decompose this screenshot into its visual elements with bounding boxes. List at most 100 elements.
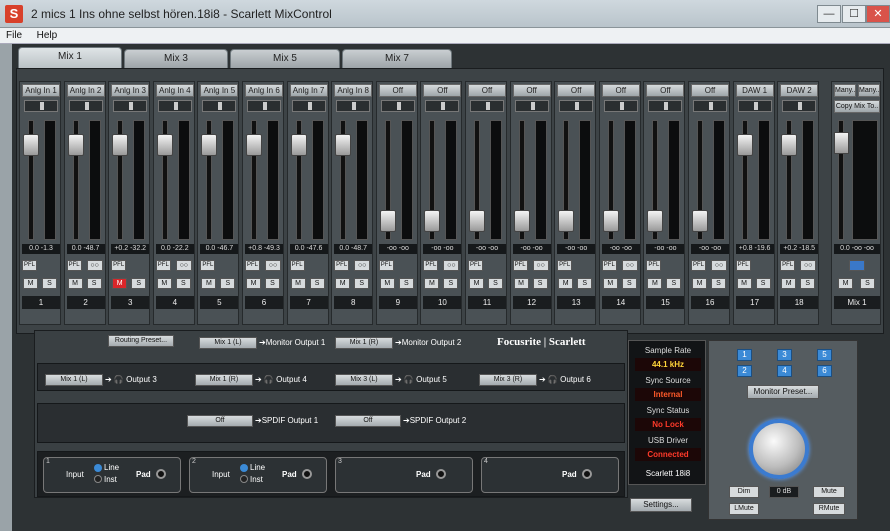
- stereo-link-button[interactable]: ○○: [711, 260, 727, 271]
- pan-slider[interactable]: [648, 100, 683, 112]
- channel-source-select[interactable]: Anlg In 7: [289, 84, 328, 97]
- fader-knob[interactable]: [335, 133, 352, 156]
- fader-knob[interactable]: [112, 133, 129, 156]
- channel-source-select[interactable]: Anlg In 4: [155, 84, 194, 97]
- mute-button[interactable]: M: [424, 278, 440, 289]
- channel-source-select[interactable]: Off: [557, 84, 596, 97]
- solo-button[interactable]: S: [354, 278, 370, 289]
- mute-button[interactable]: M: [201, 278, 217, 289]
- mute-button[interactable]: M: [156, 278, 172, 289]
- mute-button[interactable]: M: [112, 278, 128, 289]
- master-link-button[interactable]: [849, 260, 865, 271]
- routing-preset-button[interactable]: Routing Preset...: [108, 335, 174, 347]
- monitor-button-2[interactable]: 2: [737, 365, 752, 377]
- stereo-link-button[interactable]: ○○: [532, 260, 549, 271]
- pfl-button[interactable]: PFL: [557, 260, 573, 271]
- solo-button[interactable]: S: [532, 278, 548, 289]
- pan-slider[interactable]: [470, 100, 504, 112]
- fader-knob[interactable]: [469, 210, 485, 233]
- pfl-button[interactable]: PFL: [289, 260, 305, 271]
- spdif-output-1-select[interactable]: Off: [187, 415, 253, 427]
- solo-button[interactable]: S: [86, 278, 102, 289]
- pfl-button[interactable]: PFL: [601, 260, 617, 271]
- channel-source-select[interactable]: Off: [646, 84, 685, 97]
- pad-toggle[interactable]: [302, 469, 312, 479]
- solo-button[interactable]: S: [800, 278, 816, 289]
- maximize-button[interactable]: ☐: [842, 5, 866, 23]
- channel-source-select[interactable]: Off: [601, 84, 640, 97]
- solo-button[interactable]: S: [488, 278, 503, 289]
- pan-slider[interactable]: [68, 100, 103, 112]
- fader-knob[interactable]: [692, 210, 708, 233]
- pan-slider[interactable]: [603, 100, 638, 112]
- monitor-output-1-select[interactable]: Mix 1 (L): [199, 337, 257, 349]
- pfl-button[interactable]: PFL: [155, 260, 171, 271]
- fader-knob[interactable]: [156, 133, 173, 156]
- stereo-link-button[interactable]: ○○: [175, 260, 192, 271]
- copy-mix-button[interactable]: Copy Mix To..: [834, 100, 880, 113]
- pfl-button[interactable]: PFL: [780, 260, 796, 271]
- mute-button[interactable]: M: [602, 278, 618, 289]
- monitor-preset-button[interactable]: Monitor Preset...: [747, 385, 819, 399]
- solo-button[interactable]: S: [220, 278, 236, 289]
- monitor-button-4[interactable]: 4: [777, 365, 792, 377]
- pan-slider[interactable]: [559, 100, 594, 112]
- pan-slider[interactable]: [113, 100, 148, 112]
- solo-button[interactable]: S: [309, 278, 325, 289]
- mute-button[interactable]: M: [67, 278, 83, 289]
- pan-slider[interactable]: [425, 100, 460, 112]
- fader-knob[interactable]: [424, 210, 441, 233]
- monitor-volume-knob[interactable]: [749, 419, 809, 479]
- mute-button[interactable]: M: [290, 278, 306, 289]
- fader-knob[interactable]: [513, 210, 530, 233]
- monitor-button-3[interactable]: 3: [777, 349, 792, 361]
- channel-source-select[interactable]: Anlg In 3: [111, 84, 150, 97]
- minimize-button[interactable]: —: [817, 5, 841, 23]
- channel-source-select[interactable]: Off: [468, 84, 506, 97]
- fader-knob[interactable]: [736, 133, 753, 156]
- pfl-button[interactable]: PFL: [378, 260, 394, 271]
- pfl-button[interactable]: PFL: [423, 260, 439, 271]
- rmute-button[interactable]: RMute: [813, 503, 845, 515]
- monitor-button-1[interactable]: 1: [737, 349, 752, 361]
- pan-slider[interactable]: [291, 100, 326, 112]
- stereo-link-button[interactable]: ○○: [354, 260, 371, 271]
- pan-slider[interactable]: [514, 100, 549, 112]
- monitor-button-5[interactable]: 5: [817, 349, 832, 361]
- solo-button[interactable]: S: [755, 278, 771, 289]
- stereo-link-button[interactable]: ○○: [800, 260, 817, 271]
- solo-button[interactable]: S: [577, 278, 593, 289]
- fader-knob[interactable]: [647, 210, 664, 233]
- tab-mix-3[interactable]: Mix 3: [124, 49, 228, 68]
- inst-radio[interactable]: [240, 475, 248, 483]
- tab-mix-5[interactable]: Mix 5: [230, 49, 340, 68]
- pan-slider[interactable]: [24, 100, 58, 112]
- mute-button[interactable]: M: [246, 278, 261, 289]
- many-right-button[interactable]: Many..: [858, 84, 880, 97]
- close-button[interactable]: ✕: [866, 5, 890, 23]
- pfl-button[interactable]: PFL: [111, 260, 127, 271]
- channel-source-select[interactable]: Off: [378, 84, 417, 97]
- channel-source-select[interactable]: Anlg In 1: [22, 84, 60, 97]
- solo-button[interactable]: S: [265, 278, 280, 289]
- solo-button[interactable]: S: [443, 278, 459, 289]
- mute-button[interactable]: M: [781, 278, 797, 289]
- channel-source-select[interactable]: DAW 2: [780, 84, 819, 97]
- fader-knob[interactable]: [23, 133, 39, 156]
- pfl-button[interactable]: PFL: [22, 260, 37, 271]
- pan-slider[interactable]: [336, 100, 371, 112]
- stereo-link-button[interactable]: ○○: [443, 260, 460, 271]
- pfl-button[interactable]: PFL: [646, 260, 662, 271]
- menu-file[interactable]: File: [0, 28, 28, 44]
- solo-button[interactable]: S: [42, 278, 57, 289]
- mute-button[interactable]: M: [558, 278, 574, 289]
- pfl-button[interactable]: PFL: [66, 260, 82, 271]
- fader-knob[interactable]: [602, 210, 619, 233]
- monitor-button-6[interactable]: 6: [817, 365, 832, 377]
- pan-slider[interactable]: [693, 100, 727, 112]
- channel-source-select[interactable]: Off: [423, 84, 462, 97]
- mute-button[interactable]: M: [469, 278, 484, 289]
- fader-knob[interactable]: [290, 133, 307, 156]
- line-radio[interactable]: [240, 464, 248, 472]
- stereo-link-button[interactable]: ○○: [86, 260, 103, 271]
